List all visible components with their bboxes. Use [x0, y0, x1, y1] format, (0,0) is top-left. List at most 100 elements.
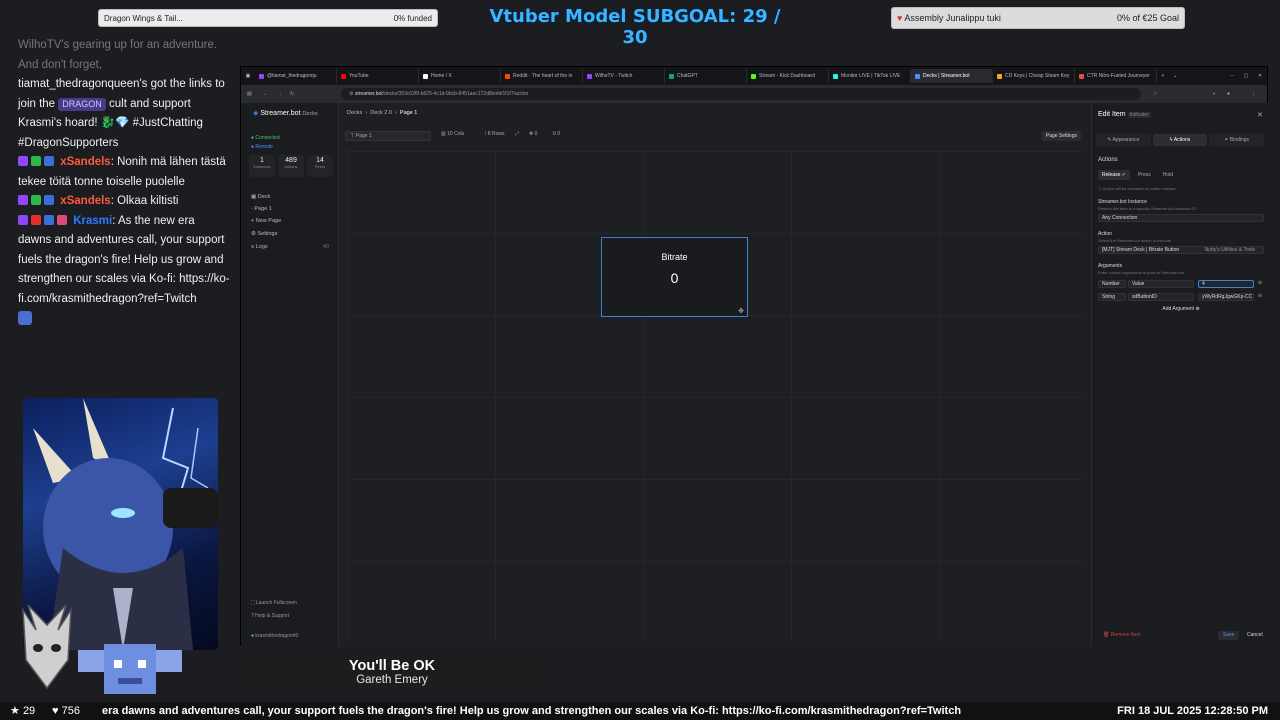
crumb-page[interactable]: Page 1: [400, 110, 417, 116]
arg1-value-input[interactable]: 4: [1198, 280, 1254, 288]
remove-arg1-icon[interactable]: ⊖: [1258, 280, 1262, 286]
close-window-icon[interactable]: ✕: [1253, 73, 1267, 79]
release-note: ⓘ Action will be executed on button rele…: [1098, 186, 1176, 191]
browser-tab[interactable]: CTR Nitro-Fueled Journeyer: [1075, 69, 1157, 83]
page-settings-button[interactable]: Page Settings: [1041, 131, 1081, 141]
song-title: You'll Be OK: [348, 658, 436, 674]
remove-arg2-icon[interactable]: ⊖: [1258, 293, 1262, 299]
sidebar-toggle-icon[interactable]: ▤: [247, 91, 252, 97]
heart-icon: [57, 214, 67, 225]
close-panel-icon[interactable]: ✕: [1257, 111, 1263, 119]
chat-username[interactable]: xSandels: [60, 195, 111, 207]
save-button[interactable]: Save: [1218, 631, 1240, 640]
browser-tab[interactable]: ChatGPT: [665, 69, 747, 83]
crumb-decks[interactable]: Decks: [347, 110, 362, 116]
actions-heading: Actions: [1098, 157, 1118, 163]
tab-dropdown-icon[interactable]: ⌄: [1169, 73, 1181, 79]
maximize-icon[interactable]: ▢: [1239, 73, 1253, 79]
subgoal-title: Vtuber Model SUBGOAL: 29 / 30: [489, 6, 781, 48]
fit-icon[interactable]: ⤢: [515, 131, 519, 137]
browser-tab[interactable]: Stream - Kick Dashboard: [747, 69, 829, 83]
site-info-icon[interactable]: ⚙: [349, 91, 353, 97]
stat-actions: 489 Actions: [278, 155, 304, 177]
cols-input[interactable]: ▥ 10 Cols: [441, 131, 464, 137]
browser-tab[interactable]: @tiamat_thedragonqu: [255, 69, 337, 83]
offset-x-input[interactable]: ✥ 0: [529, 131, 537, 137]
star-icon: ★: [10, 705, 20, 717]
cancel-button[interactable]: Cancel: [1242, 631, 1268, 640]
offset-y-input[interactable]: ⌷ 0: [553, 131, 560, 137]
remove-item-button[interactable]: 🗑 Remove Item: [1098, 631, 1145, 640]
action-label: Action: [1098, 231, 1112, 237]
browser-tab[interactable]: YouTube: [337, 69, 419, 83]
deck-toolbar: ⊤ Page 1 ▥ 10 Cols ⁞ 8 Rows ⤢ ✥ 0 ⌷ 0 Pa…: [343, 131, 1085, 143]
trigger-press[interactable]: Press: [1134, 170, 1155, 180]
deck-grid[interactable]: Bitrate 0 ✥: [347, 151, 1083, 641]
arg2-name-input[interactable]: sdButtonID: [1128, 293, 1194, 301]
nav-logs[interactable]: ≡ Logs 40: [251, 244, 329, 250]
trigger-release[interactable]: Release ✓: [1098, 170, 1130, 180]
nav-new-page[interactable]: + New Page: [251, 218, 281, 224]
action-select[interactable]: [MJT] Stream Deck | Bitrate Button Nutty'…: [1098, 246, 1264, 254]
tab-appearance[interactable]: ✎ Appearance: [1096, 134, 1151, 146]
arg2-value-input[interactable]: yWyRdRgJgwGKp-CC: [1198, 293, 1254, 301]
tab-favicon: [587, 73, 592, 79]
sword-icon: [44, 156, 54, 166]
chat-username[interactable]: Krasmi: [73, 215, 112, 227]
connection-status: ● Connected: [251, 135, 280, 141]
arg1-name-input[interactable]: Value: [1128, 280, 1194, 288]
resize-handle-icon[interactable]: ✥: [738, 307, 744, 315]
page-name-input[interactable]: ⊤ Page 1: [345, 131, 431, 141]
browser-tab[interactable]: Reddit - The heart of the in: [501, 69, 583, 83]
tab-favicon: [751, 73, 756, 79]
browser-tab[interactable]: WilhoTV - Twitch: [583, 69, 665, 83]
tab-bindings[interactable]: ⚭ Bindings: [1209, 134, 1265, 146]
rows-input[interactable]: ⁞ 8 Rows: [485, 131, 504, 137]
window-menu-icon[interactable]: ▣: [241, 73, 255, 79]
url-input[interactable]: ⚙ streamer.bot/decks/353c02f9-b625-4c1d-…: [341, 88, 1141, 100]
help-support[interactable]: ? Help & Support: [251, 613, 289, 619]
tile-value: 0: [670, 270, 679, 286]
crumb-deck[interactable]: Deck 2.0: [370, 110, 392, 116]
browser-tab[interactable]: Home / X: [419, 69, 501, 83]
remote-status: ● Remote: [251, 144, 273, 150]
nav-settings[interactable]: ⚙ Settings: [251, 231, 277, 237]
new-tab-icon[interactable]: +: [1157, 73, 1169, 79]
browser-tab[interactable]: Monitor LIVE | TikTok LIVE: [829, 69, 911, 83]
brand[interactable]: ◈ Streamer.bot Decks: [253, 109, 318, 117]
stats-row: 1 Instances 489 Actions 14 Peers: [249, 155, 333, 177]
arg2-type-select[interactable]: String: [1098, 293, 1126, 301]
arg1-type-select[interactable]: Number: [1098, 280, 1126, 288]
extensions-icon[interactable]: ◐: [1213, 91, 1216, 97]
tab-actions[interactable]: ϟ Actions: [1152, 134, 1208, 146]
nav-deck[interactable]: ▦ Deck: [251, 194, 270, 200]
trigger-hold[interactable]: Hold: [1159, 170, 1177, 180]
chat-feed: WilhoTV's gearing up for an adventure. A…: [18, 36, 230, 325]
browser-window: ▣ @tiamat_thedragonqu YouTube Home / X R…: [240, 66, 1270, 647]
fullscreen-icon: ⛶: [251, 600, 255, 606]
forward-icon[interactable]: →: [277, 91, 282, 97]
date-time: FRI 18 JUL 2025 12:28:50 PM: [1111, 702, 1268, 720]
browser-tab[interactable]: CD Keys | Cheap Steam Key: [993, 69, 1075, 83]
user-account[interactable]: ● krasmithedragon#0: [251, 633, 298, 639]
instance-select[interactable]: Any Connection: [1098, 214, 1264, 222]
reload-icon[interactable]: ↻: [290, 91, 294, 97]
menu-dots-icon[interactable]: ⋮: [1251, 91, 1256, 97]
brush-icon: ✎: [1107, 137, 1112, 143]
profile-icon[interactable]: ●: [1227, 91, 1230, 97]
browser-tab-active[interactable]: Decks | Streamer.bot: [911, 69, 993, 83]
goal-left-value: 0% funded: [393, 13, 432, 23]
minimize-icon[interactable]: –: [1225, 73, 1239, 79]
back-icon[interactable]: ←: [263, 91, 268, 97]
bookmark-icon[interactable]: ☆: [1153, 91, 1157, 97]
trigger-tabs: Release ✓ Press Hold: [1098, 170, 1264, 180]
nav-page-1[interactable]: · Page 1: [251, 206, 272, 212]
breadcrumb: Decks › Deck 2.0 › Page 1: [347, 110, 418, 116]
chat-username[interactable]: xSandels: [60, 156, 111, 168]
tab-favicon: [1079, 73, 1084, 79]
logs-count: 40: [322, 244, 329, 250]
badge-icon: [18, 195, 28, 205]
add-argument-button[interactable]: Add Argument ⊕: [1092, 306, 1270, 312]
launch-fullscreen[interactable]: ⛶ Launch Fullscreen: [251, 600, 297, 606]
deck-tile-bitrate[interactable]: Bitrate 0 ✥: [601, 237, 748, 317]
